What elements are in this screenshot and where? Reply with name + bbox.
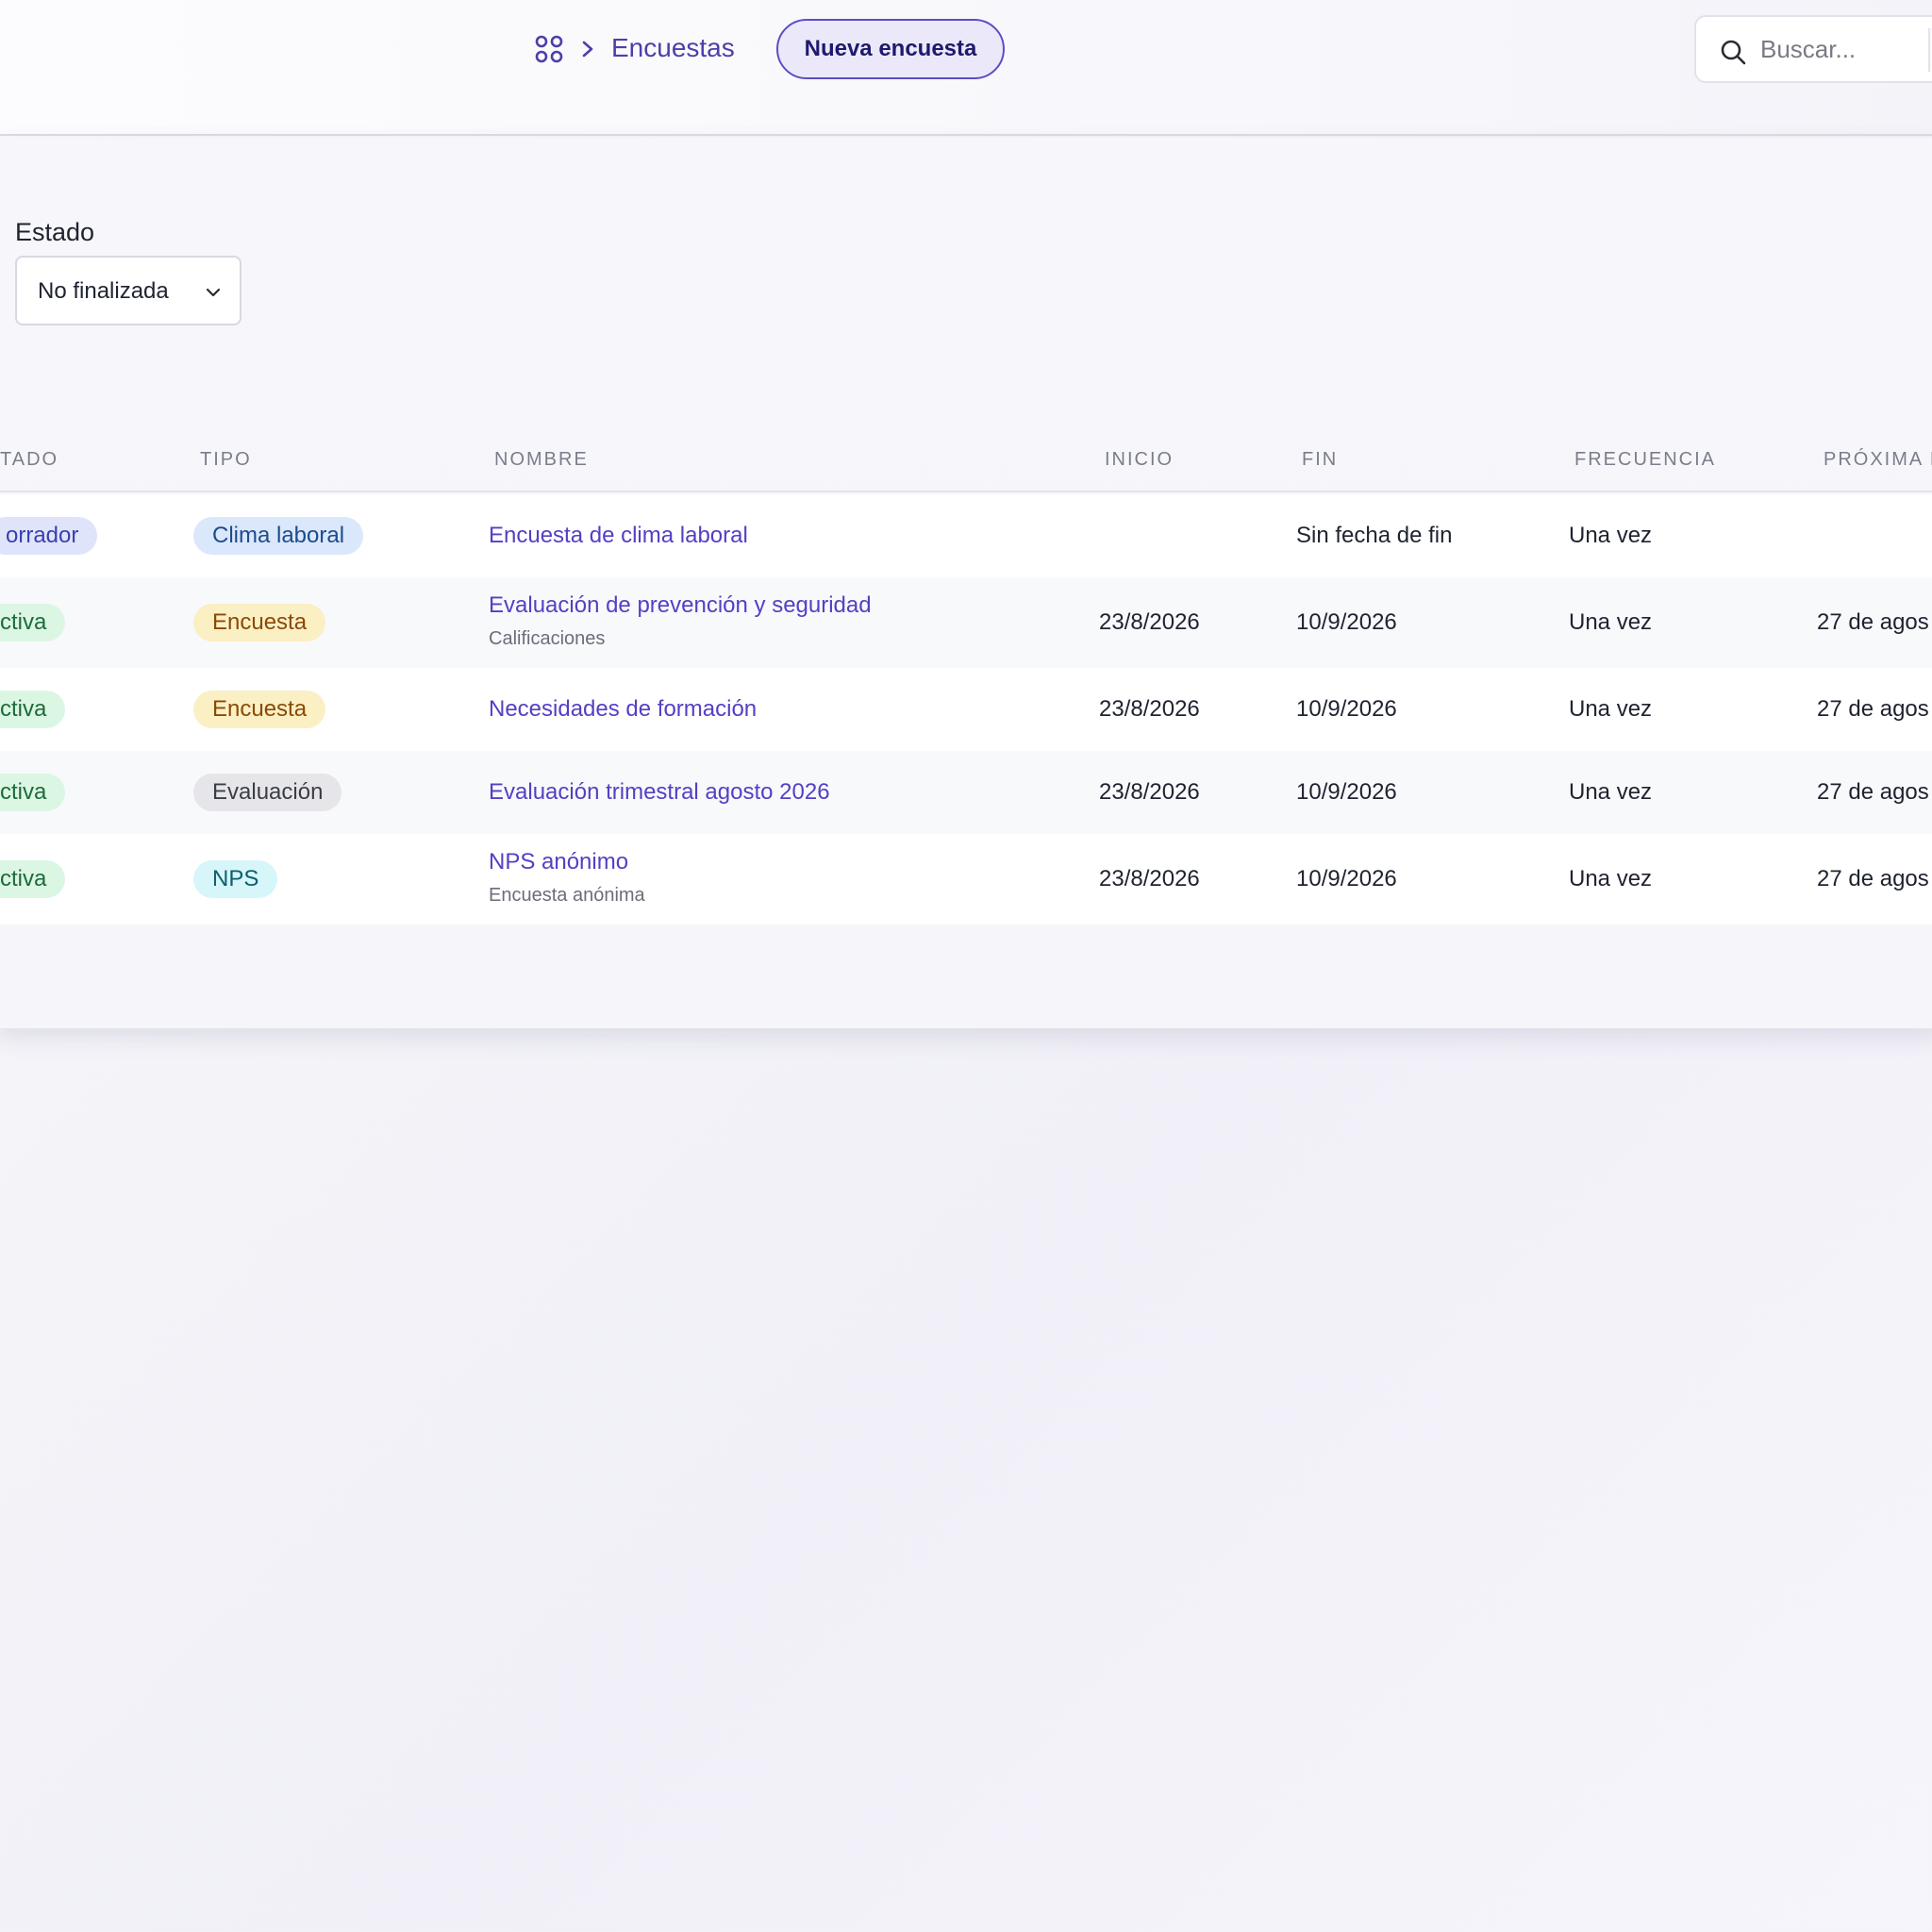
status-badge: ctiva	[0, 604, 66, 641]
start-date: 23/8/2026	[1099, 779, 1200, 805]
estado-filter-select[interactable]: No finalizada	[15, 256, 242, 325]
status-badge: ctiva	[0, 774, 66, 811]
end-date: 10/9/2026	[1296, 696, 1397, 722]
table-row[interactable]: ctiva Encuesta Evaluación de prevención …	[0, 577, 1932, 668]
status-badge: orrador	[0, 517, 98, 555]
type-badge: NPS	[193, 860, 278, 898]
type-badge: Encuesta	[193, 691, 326, 728]
estado-filter-label: Estado	[15, 218, 95, 246]
survey-name-link[interactable]: Evaluación de prevención y seguridad	[489, 591, 872, 621]
top-bar: Encuestas Nueva encuesta	[0, 0, 1932, 136]
column-header-nombre[interactable]: NOMBRE	[494, 447, 589, 472]
search-icon	[1719, 38, 1747, 66]
next-date: 27 de agos	[1817, 866, 1929, 891]
end-date: 10/9/2026	[1296, 866, 1397, 891]
survey-name-link[interactable]: Necesidades de formación	[489, 694, 757, 724]
type-badge: Evaluación	[193, 774, 342, 811]
start-date: 23/8/2026	[1099, 609, 1200, 635]
end-date: Sin fecha de fin	[1296, 523, 1453, 548]
column-header-frecuencia[interactable]: FRECUENCIA	[1574, 447, 1716, 472]
table-row[interactable]: ctiva Evaluación Evaluación trimestral a…	[0, 751, 1932, 834]
table-row[interactable]: ctiva NPS NPS anónimo Encuesta anónima 2…	[0, 834, 1932, 924]
search-input[interactable]	[1760, 30, 1930, 68]
table-row[interactable]: orrador Clima laboral Encuesta de clima …	[0, 494, 1932, 577]
column-header-fin[interactable]: FIN	[1302, 447, 1338, 472]
survey-subtitle: Calificaciones	[489, 628, 606, 649]
end-date: 10/9/2026	[1296, 609, 1397, 635]
survey-subtitle: Encuesta anónima	[489, 885, 645, 906]
survey-name-link[interactable]: Evaluación trimestral agosto 2026	[489, 777, 830, 808]
start-date: 23/8/2026	[1099, 866, 1200, 891]
new-survey-button[interactable]: Nueva encuesta	[776, 19, 1005, 79]
search-shortcut-hint	[1928, 28, 1932, 72]
end-date: 10/9/2026	[1296, 779, 1397, 805]
column-header-estado[interactable]: TADO	[0, 447, 58, 472]
frequency: Una vez	[1569, 779, 1653, 805]
apps-grid-icon[interactable]	[534, 34, 564, 64]
type-badge: Encuesta	[193, 604, 326, 641]
next-date: 27 de agos	[1817, 779, 1929, 805]
table-header: TADO TIPO NOMBRE INICIO FIN FRECUENCIA P…	[0, 425, 1932, 492]
next-date: 27 de agos	[1817, 696, 1929, 722]
chevron-right-icon	[577, 36, 598, 62]
frequency: Una vez	[1569, 523, 1653, 548]
type-badge: Clima laboral	[193, 517, 364, 555]
survey-name-link[interactable]: Encuesta de clima laboral	[489, 521, 748, 551]
search-box[interactable]	[1694, 15, 1932, 83]
start-date: 23/8/2026	[1099, 696, 1200, 722]
estado-filter-value: No finalizada	[38, 278, 169, 304]
frequency: Una vez	[1569, 696, 1653, 722]
column-header-tipo[interactable]: TIPO	[200, 447, 252, 472]
frequency: Una vez	[1569, 609, 1653, 635]
chevron-down-icon	[204, 283, 223, 302]
status-badge: ctiva	[0, 691, 66, 728]
table-row[interactable]: ctiva Encuesta Necesidades de formación …	[0, 668, 1932, 751]
frequency: Una vez	[1569, 866, 1653, 891]
column-header-inicio[interactable]: INICIO	[1105, 447, 1174, 472]
next-date: 27 de agos	[1817, 609, 1929, 635]
column-header-proxima[interactable]: PRÓXIMA I	[1824, 447, 1932, 472]
status-badge: ctiva	[0, 860, 66, 898]
survey-name-link[interactable]: NPS anónimo	[489, 847, 628, 877]
breadcrumb-encuestas[interactable]: Encuestas	[611, 30, 735, 66]
